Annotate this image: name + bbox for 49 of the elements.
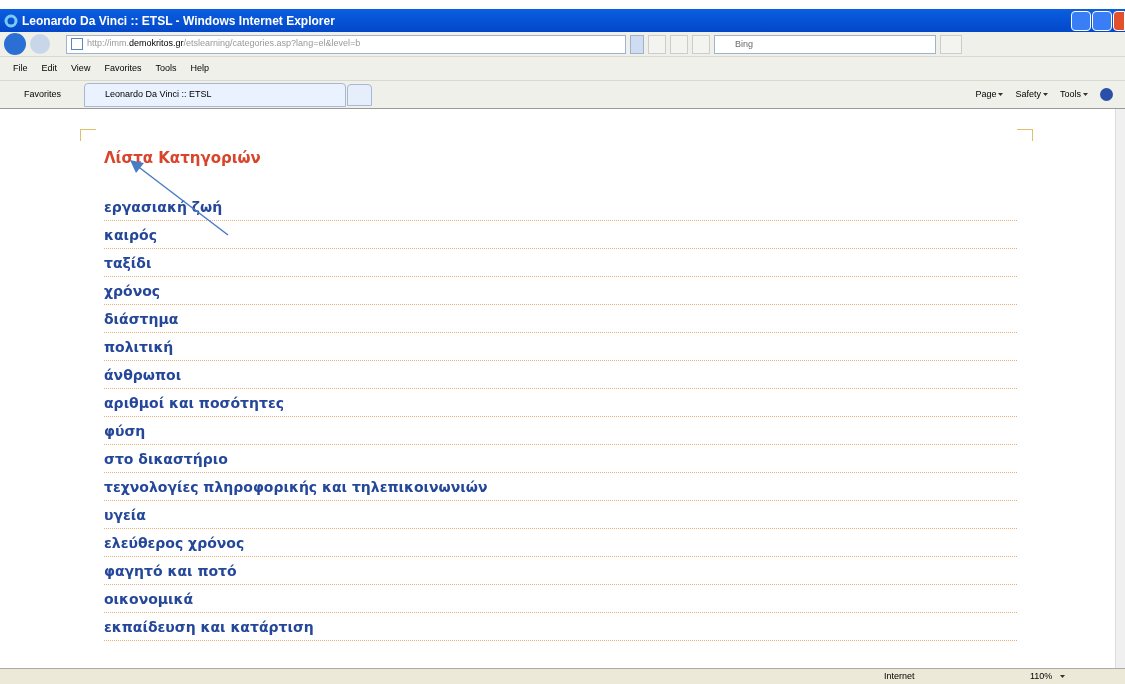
- command-menu[interactable]: Tools: [1060, 87, 1081, 102]
- zoom-level[interactable]: 110%: [1030, 669, 1053, 684]
- caret-icon: [1060, 675, 1066, 678]
- category-link[interactable]: αριθμοί και ποσότητες: [104, 392, 284, 414]
- category-link[interactable]: υγεία: [104, 504, 146, 526]
- category-link[interactable]: φαγητό και ποτό: [104, 560, 237, 582]
- category-link[interactable]: χρόνος: [104, 280, 161, 302]
- category-link[interactable]: φύση: [104, 420, 146, 442]
- menu-item[interactable]: Edit: [41, 61, 58, 76]
- minimize-button[interactable]: [1071, 10, 1091, 31]
- search-field[interactable]: Bing: [714, 34, 936, 54]
- category-link[interactable]: εργασιακή ζωή: [104, 196, 223, 218]
- window-title: Leonardo Da Vinci :: ETSL - Windows Internet Explorer: [22, 12, 335, 30]
- category-link[interactable]: πολιτική: [104, 336, 174, 358]
- url-text: http://imm.demokritos.gr/etslearning/categories.asp?lang=el&level=b: [87, 37, 361, 51]
- category-link[interactable]: άνθρωποι: [104, 364, 182, 386]
- category-link[interactable]: εκπαίδευση και κατάρτιση: [104, 616, 314, 638]
- menu-item[interactable]: Tools: [155, 61, 177, 76]
- new-tab-button[interactable]: [347, 83, 372, 106]
- corner-mark: [1017, 129, 1033, 141]
- category-link[interactable]: ελεύθερος χρόνος: [104, 532, 245, 554]
- category-link[interactable]: διάστημα: [104, 308, 179, 330]
- caret-icon: [998, 93, 1004, 96]
- address-field[interactable]: http://imm.demokritos.gr/etslearning/categories.asp?lang=el&level=b: [66, 34, 626, 54]
- category-link[interactable]: καιρός: [104, 224, 157, 246]
- category-link[interactable]: τεχνολογίες πληροφορικής και τηλεπικοινωνιών: [104, 476, 488, 498]
- corner-mark: [80, 129, 96, 141]
- category-link[interactable]: οικονομικά: [104, 588, 194, 610]
- restore-button[interactable]: [1092, 10, 1112, 31]
- close-button[interactable]: [1113, 10, 1125, 31]
- back-button[interactable]: [4, 33, 26, 55]
- menu-item[interactable]: View: [71, 61, 91, 76]
- favorites-button[interactable]: Favorites: [4, 87, 84, 102]
- category-link[interactable]: ταξίδι: [104, 252, 152, 274]
- browser-tab[interactable]: Leonardo Da Vinci :: ETSL: [84, 82, 346, 107]
- dropdown-button[interactable]: [630, 34, 644, 54]
- category-link[interactable]: στο δικαστήριο: [104, 448, 228, 470]
- help-icon[interactable]: [1100, 88, 1113, 101]
- menu-item[interactable]: Help: [190, 61, 209, 76]
- scrollbar[interactable]: [1115, 109, 1125, 668]
- command-menu[interactable]: Safety: [1015, 87, 1041, 102]
- page-heading: Λίστα Κατηγοριών: [104, 148, 262, 169]
- menu-item[interactable]: File: [13, 61, 28, 76]
- zone-label: Internet: [884, 669, 916, 683]
- command-menu[interactable]: Page: [975, 87, 997, 102]
- page-icon: [71, 38, 83, 50]
- caret-icon: [1043, 93, 1048, 96]
- menu-item[interactable]: Favorites: [104, 61, 142, 76]
- caret-icon: [1083, 93, 1088, 96]
